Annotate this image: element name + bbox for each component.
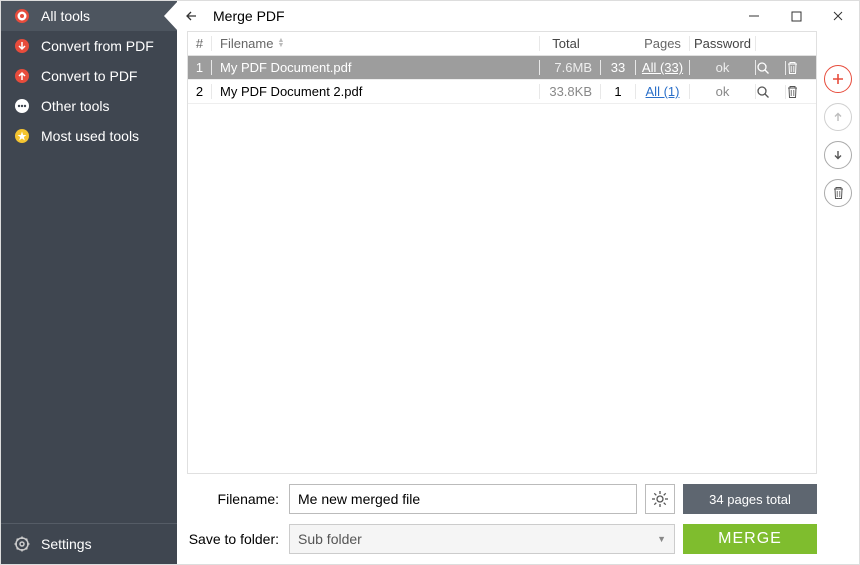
back-button[interactable] — [177, 8, 207, 24]
save-folder-row: Save to folder: Sub folder ▼ MERGE — [187, 524, 817, 554]
arrow-up-circle-icon — [13, 67, 31, 85]
delete-button[interactable] — [786, 85, 816, 99]
minimize-button[interactable] — [733, 1, 775, 31]
filename-settings-button[interactable] — [645, 484, 675, 514]
sidebar-item-label: All tools — [41, 8, 90, 24]
sidebar-item-label: Convert from PDF — [41, 38, 154, 54]
sidebar-item-convert-from-pdf[interactable]: Convert from PDF — [1, 31, 177, 61]
header-password[interactable]: Password — [690, 36, 756, 51]
row-range-link[interactable]: All (33) — [642, 60, 683, 75]
row-pages: 1 — [600, 84, 636, 99]
sidebar-item-most-used[interactable]: Most used tools — [1, 121, 177, 151]
titlebar: Merge PDF — [177, 1, 859, 31]
preview-button[interactable] — [756, 61, 786, 75]
header-range[interactable]: Pages — [636, 36, 690, 51]
filename-input[interactable] — [289, 484, 637, 514]
row-range[interactable]: All (33) — [636, 60, 690, 75]
page-title: Merge PDF — [207, 8, 733, 24]
content-wrap: # Filename ▲▼ Total Pages Password 1 — [177, 31, 859, 564]
filename-label: Filename: — [187, 491, 281, 507]
row-password: ok — [690, 84, 756, 99]
pages-total-badge: 34 pages total — [683, 484, 817, 514]
sidebar-item-convert-to-pdf[interactable]: Convert to PDF — [1, 61, 177, 91]
move-down-button[interactable] — [824, 141, 852, 169]
sidebar-item-label: Convert to PDF — [41, 68, 137, 84]
row-range-link[interactable]: All (1) — [646, 84, 680, 99]
maximize-button[interactable] — [775, 1, 817, 31]
app-window: All tools Convert from PDF Convert to PD… — [1, 1, 859, 564]
table-row[interactable]: 2 My PDF Document 2.pdf 33.8KB 1 All (1)… — [188, 80, 816, 104]
save-folder-label: Save to folder: — [187, 531, 281, 547]
row-range[interactable]: All (1) — [636, 84, 690, 99]
content: # Filename ▲▼ Total Pages Password 1 — [177, 31, 817, 564]
settings-label: Settings — [41, 536, 92, 552]
sidebar-items: All tools Convert from PDF Convert to PD… — [1, 1, 177, 523]
row-size: 33.8KB — [540, 84, 600, 99]
preview-button[interactable] — [756, 85, 786, 99]
save-folder-select[interactable]: Sub folder ▼ — [289, 524, 675, 554]
row-idx: 1 — [188, 60, 212, 75]
header-filename[interactable]: Filename ▲▼ — [212, 36, 540, 51]
header-idx[interactable]: # — [188, 36, 212, 51]
window-controls — [733, 1, 859, 31]
save-folder-value: Sub folder — [298, 531, 362, 547]
sidebar-item-label: Most used tools — [41, 128, 139, 144]
sidebar-settings[interactable]: Settings — [1, 524, 177, 564]
row-filename: My PDF Document 2.pdf — [212, 84, 540, 99]
sidebar: All tools Convert from PDF Convert to PD… — [1, 1, 177, 564]
row-idx: 2 — [188, 84, 212, 99]
header-total[interactable]: Total — [540, 36, 600, 51]
filename-row: Filename: 34 pages total — [187, 484, 817, 514]
side-actions — [817, 31, 859, 564]
table-row[interactable]: 1 My PDF Document.pdf 7.6MB 33 All (33) … — [188, 56, 816, 80]
add-file-button[interactable] — [824, 65, 852, 93]
close-button[interactable] — [817, 1, 859, 31]
sidebar-footer: Settings — [1, 523, 177, 564]
delete-button[interactable] — [786, 61, 816, 75]
header-filename-label: Filename — [220, 36, 273, 51]
chevron-down-icon: ▼ — [657, 534, 666, 544]
row-size: 7.6MB — [540, 60, 600, 75]
file-table: # Filename ▲▼ Total Pages Password 1 — [187, 31, 817, 104]
main-panel: Merge PDF # Filename — [177, 1, 859, 564]
gear-icon — [13, 535, 31, 553]
sort-icon: ▲▼ — [277, 39, 284, 48]
more-circle-icon — [13, 97, 31, 115]
row-filename: My PDF Document.pdf — [212, 60, 540, 75]
sidebar-item-all-tools[interactable]: All tools — [1, 1, 177, 31]
table-empty-area — [187, 104, 817, 474]
footer: Filename: 34 pages total Save to folder:… — [187, 474, 817, 564]
sidebar-item-other-tools[interactable]: Other tools — [1, 91, 177, 121]
row-pages: 33 — [600, 60, 636, 75]
target-icon — [13, 7, 31, 25]
move-up-button[interactable] — [824, 103, 852, 131]
sidebar-item-label: Other tools — [41, 98, 109, 114]
merge-button[interactable]: MERGE — [683, 524, 817, 554]
remove-file-button[interactable] — [824, 179, 852, 207]
arrow-down-circle-icon — [13, 37, 31, 55]
table-header: # Filename ▲▼ Total Pages Password — [188, 32, 816, 56]
star-circle-icon — [13, 127, 31, 145]
row-password: ok — [690, 60, 756, 75]
